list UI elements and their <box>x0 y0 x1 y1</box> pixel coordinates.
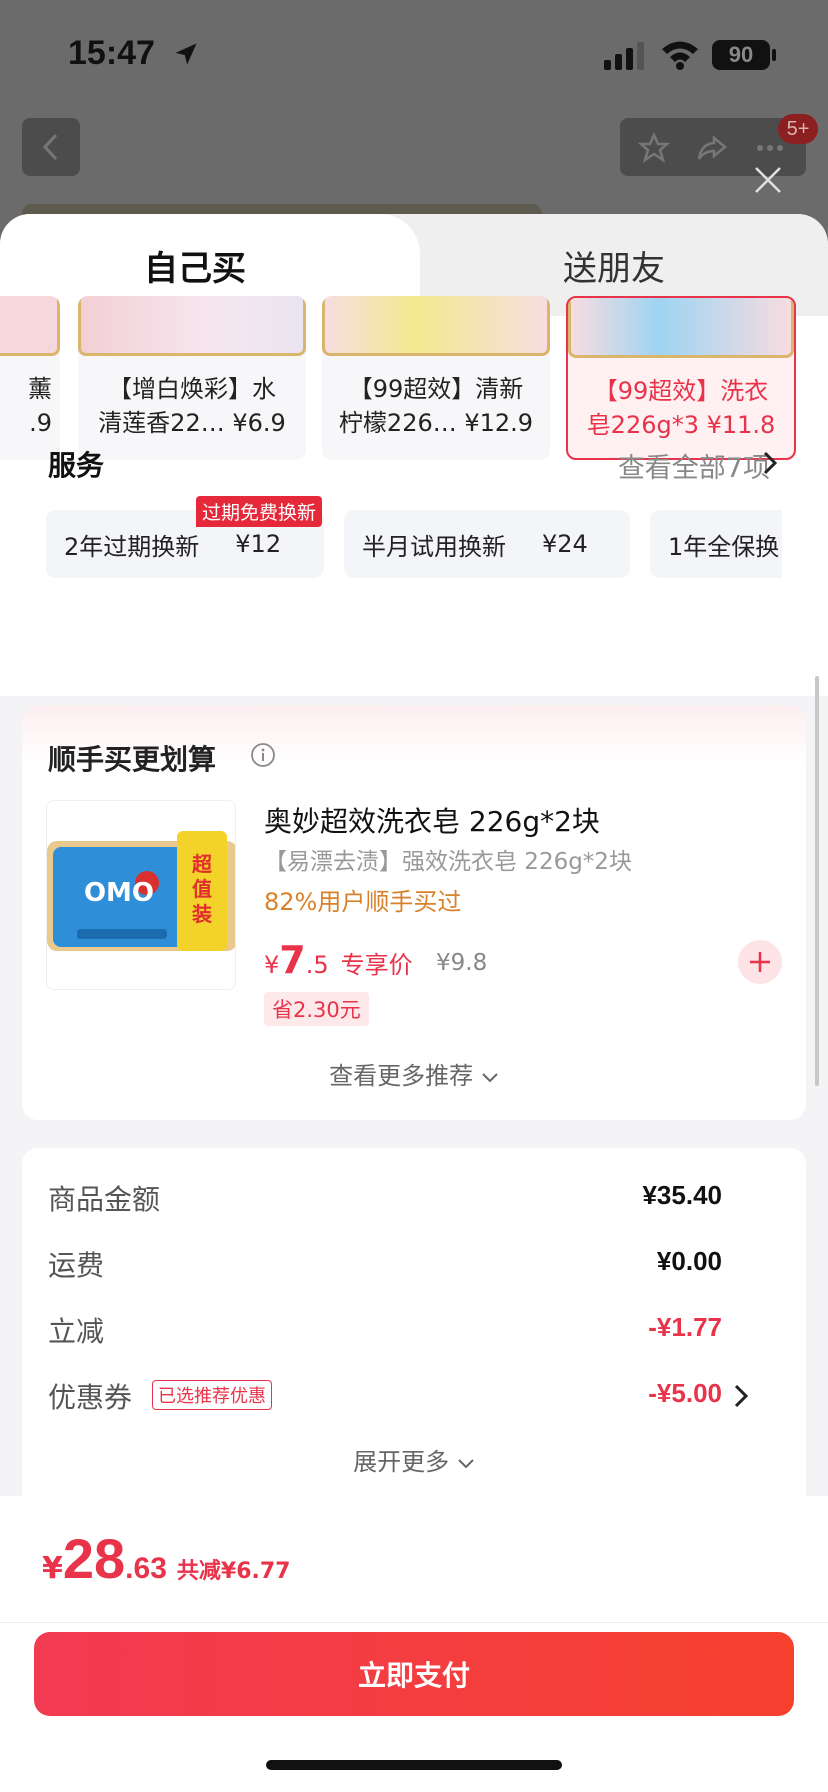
tab-label: 自己买 <box>144 248 246 289</box>
svg-text:超: 超 <box>191 852 213 876</box>
product-option-card[interactable]: 【增白焕彩】水 清莲香22… ¥6.9 <box>78 296 306 460</box>
price-symbol: ¥ <box>264 951 280 979</box>
product-option-card[interactable]: 【99超效】清新 柠檬226… ¥12.9 <box>322 296 550 460</box>
expand-more-link[interactable]: 展开更多 <box>22 1442 806 1477</box>
pay-now-button[interactable]: 立即支付 <box>34 1632 794 1716</box>
product-thumbnail <box>322 296 550 356</box>
product-option-card[interactable]: 薰 .9 <box>0 296 60 460</box>
product-option-name: 【99超效】清新 柠檬226… ¥12.9 <box>338 375 534 437</box>
product-option-card-selected[interactable]: 【99超效】洗衣 皂226g*3 ¥11.8 <box>566 296 796 460</box>
addon-price: ¥ 7 .5 专享价 <box>264 938 413 982</box>
summary-value: -¥5.00 <box>648 1378 722 1408</box>
price-decimal: .5 <box>305 951 329 979</box>
status-time: 15:47 <box>68 34 155 72</box>
product-options-section: 薰 .9 【增白焕彩】水 清莲香22… ¥6.9 【99超效】清新 柠檬226…… <box>0 296 828 696</box>
addon-title: 顺手买更划算 <box>48 743 217 776</box>
svg-text:值: 值 <box>192 877 212 901</box>
addon-original-price: ¥9.8 <box>436 950 488 976</box>
price-label: 专享价 <box>340 951 413 979</box>
summary-label: 商品金额 <box>48 1183 161 1216</box>
more-recommendations-label: 查看更多推荐 <box>329 1062 474 1090</box>
chevron-left-icon <box>42 133 58 161</box>
addon-saving-badge: 省2.30元 <box>264 992 369 1026</box>
summary-row-shipping: 运费 ¥0.00 <box>48 1244 780 1284</box>
total-integer: 28 <box>62 1527 126 1590</box>
location-arrow-icon <box>175 43 197 65</box>
close-icon[interactable] <box>752 164 784 196</box>
addon-product-name[interactable]: 奥妙超效洗衣皂 226g*2块 <box>264 800 600 840</box>
product-option-name: 薰 .9 <box>28 375 52 437</box>
chevron-right-icon[interactable] <box>760 448 780 478</box>
notification-badge: 5+ <box>778 114 818 144</box>
total-discount: 共减¥6.77 <box>176 1559 291 1584</box>
info-icon[interactable] <box>250 742 276 768</box>
chevron-down-icon <box>482 1073 498 1083</box>
service-options: 2年过期换新 ¥12 过期免费换新 半月试用换新 ¥24 1年全保换 <box>0 496 828 606</box>
addon-recommendation: 顺手买更划算 超 值 装 OMO 奥妙超效洗衣皂 226g*2块 【易漂去渍】强… <box>22 706 806 1120</box>
summary-row-goods: 商品金额 ¥35.40 <box>48 1178 780 1218</box>
scrollbar-thumb[interactable] <box>815 676 819 1086</box>
status-bar: 15:47 90 <box>0 0 828 110</box>
cellular-signal-icon <box>604 42 644 70</box>
back-button[interactable] <box>22 118 80 176</box>
services-title: 服务 <box>48 449 105 482</box>
purchase-sheet: 自己买 送朋友 薰 .9 【增白焕彩】水 清莲香22… ¥6.9 【99超效】清… <box>0 214 828 1792</box>
addon-product-image[interactable]: 超 值 装 OMO <box>46 800 236 990</box>
total-symbol: ¥ <box>42 1551 63 1586</box>
service-name: 1年全保换 <box>668 532 780 561</box>
expand-more-label: 展开更多 <box>353 1448 450 1476</box>
price-integer: 7 <box>279 938 306 982</box>
product-thumbnail <box>0 296 60 356</box>
coupon-tag: 已选推荐优惠 <box>152 1380 272 1410</box>
summary-value: ¥35.40 <box>642 1180 722 1210</box>
service-price: ¥12 <box>235 530 282 558</box>
summary-label: 运费 <box>48 1249 105 1282</box>
summary-row-coupon[interactable]: 优惠券 已选推荐优惠 -¥5.00 <box>48 1376 780 1416</box>
svg-text:OMO: OMO <box>84 878 154 908</box>
battery-tip <box>772 49 776 61</box>
payment-bar: ¥ 28 .63 共减¥6.77 立即支付 <box>0 1496 828 1792</box>
addon-buyer-stat: 82%用户顺手买过 <box>264 888 462 916</box>
product-option-strip: 薰 .9 【增白焕彩】水 清莲香22… ¥6.9 【99超效】清新 柠檬226…… <box>0 296 828 466</box>
services-view-all[interactable]: 查看全部7项 <box>618 446 770 485</box>
more-recommendations-link[interactable]: 查看更多推荐 <box>22 1056 806 1091</box>
summary-value: -¥1.77 <box>648 1312 722 1342</box>
product-thumbnail <box>568 298 794 358</box>
star-icon[interactable] <box>638 132 670 164</box>
soap-package-illustration: 超 值 装 OMO <box>47 831 235 951</box>
service-name: 2年过期换新 <box>64 532 200 561</box>
summary-label: 立减 <box>48 1315 105 1348</box>
total-price: ¥ 28 .63 共减¥6.77 <box>42 1526 290 1591</box>
home-indicator[interactable] <box>266 1760 562 1770</box>
service-price: ¥24 <box>542 530 588 558</box>
divider <box>0 1622 828 1623</box>
summary-row-instant-discount: 立减 -¥1.77 <box>48 1310 780 1350</box>
chevron-down-icon <box>458 1459 474 1469</box>
tab-label: 送朋友 <box>563 248 665 289</box>
wifi-icon <box>662 41 698 70</box>
service-promo-tag: 过期免费换新 <box>196 496 323 527</box>
plus-icon <box>750 952 770 972</box>
chevron-right-icon[interactable] <box>732 1382 750 1410</box>
service-option[interactable]: 半月试用换新 ¥24 <box>344 510 630 578</box>
add-to-order-button[interactable] <box>738 940 782 984</box>
product-thumbnail <box>78 296 306 356</box>
price-summary: 商品金额 ¥35.40 运费 ¥0.00 立减 -¥1.77 优惠券 已选推荐优… <box>22 1148 806 1528</box>
svg-text:装: 装 <box>191 902 212 926</box>
share-icon[interactable] <box>696 132 728 164</box>
summary-label: 优惠券 <box>48 1381 133 1414</box>
summary-value: ¥0.00 <box>656 1246 722 1276</box>
total-decimal: .63 <box>125 1552 167 1585</box>
battery-indicator: 90 <box>712 40 770 70</box>
service-name: 半月试用换新 <box>362 532 506 561</box>
service-option[interactable]: 1年全保换 <box>650 510 782 578</box>
product-option-name: 【99超效】洗衣 皂226g*3 ¥11.8 <box>586 377 776 439</box>
addon-product-subtitle: 【易漂去渍】强效洗衣皂 226g*2块 <box>264 849 632 875</box>
product-option-name: 【增白焕彩】水 清莲香22… ¥6.9 <box>98 375 286 437</box>
